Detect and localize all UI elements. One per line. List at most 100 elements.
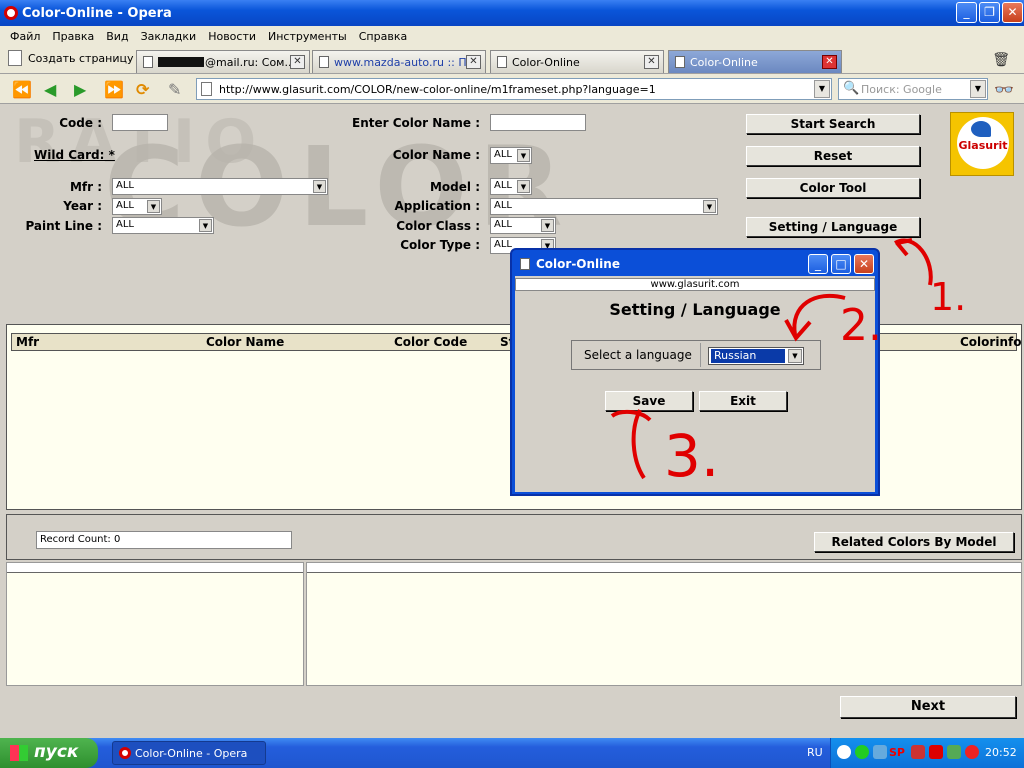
- chevron-down-icon: ▼: [517, 180, 530, 193]
- tray-key-icon[interactable]: [947, 745, 961, 759]
- color-class-label: Color Class :: [396, 219, 480, 233]
- menu-tools[interactable]: Инструменты: [268, 30, 347, 43]
- logo-text: Glasurit: [958, 139, 1008, 152]
- color-name-label: Color Name :: [392, 148, 480, 162]
- new-tab-button[interactable]: Создать страницу: [8, 50, 134, 66]
- chevron-down-icon: ▼: [788, 349, 802, 363]
- language-select[interactable]: Russian ▼: [708, 347, 804, 365]
- url-text: http://www.glasurit.com/COLOR/new-color-…: [219, 83, 656, 96]
- tab-mazda[interactable]: www.mazda-auto.ru :: П... ✕: [312, 50, 486, 73]
- menu-file[interactable]: Файл: [10, 30, 40, 43]
- dialog-heading: Setting / Language: [609, 300, 781, 319]
- rewind-icon[interactable]: ⏪: [12, 80, 32, 99]
- application-value: ALL: [494, 200, 512, 211]
- setting-language-button[interactable]: Setting / Language: [746, 217, 920, 237]
- application-label: Application :: [394, 199, 480, 213]
- menu-bookmarks[interactable]: Закладки: [141, 30, 197, 43]
- tab-label: @mail.ru: Сом...: [205, 55, 295, 69]
- search-dropdown-icon[interactable]: ▼: [970, 80, 986, 98]
- minimize-button[interactable]: _: [956, 2, 977, 23]
- wildcard-link[interactable]: Wild Card: *: [34, 148, 115, 162]
- restore-button[interactable]: ❐: [979, 2, 1000, 23]
- save-button[interactable]: Save: [605, 391, 693, 411]
- window-title: Color-Online - Opera: [22, 5, 172, 21]
- chevron-down-icon: ▼: [313, 180, 326, 193]
- color-name-select[interactable]: ALL ▼: [490, 147, 532, 164]
- menu-news[interactable]: Новости: [208, 30, 256, 43]
- language-indicator[interactable]: RU: [807, 746, 823, 759]
- color-name-input[interactable]: [490, 114, 586, 131]
- mfr-select[interactable]: ALL ▼: [112, 178, 328, 195]
- tray-back-icon[interactable]: [837, 745, 851, 759]
- code-label: Code :: [59, 116, 102, 130]
- address-dropdown-icon[interactable]: ▼: [814, 80, 830, 98]
- dialog-close-button[interactable]: ✕: [854, 254, 874, 274]
- tab-color-online-active[interactable]: Color-Online ✕: [668, 50, 842, 73]
- reload-icon[interactable]: ⟳: [136, 80, 149, 99]
- model-value: ALL: [494, 180, 512, 191]
- close-tab-icon[interactable]: ✕: [644, 55, 659, 69]
- chevron-down-icon: ▼: [517, 149, 530, 162]
- tray-k-icon[interactable]: [929, 745, 943, 759]
- tab-mail[interactable]: @mail.ru: Сом... ✕: [136, 50, 310, 73]
- page-icon: [143, 56, 153, 68]
- reset-button[interactable]: Reset: [746, 146, 920, 166]
- code-input[interactable]: [112, 114, 168, 131]
- window-titlebar: Color-Online - Opera: [0, 0, 1024, 26]
- close-tab-icon[interactable]: ✕: [290, 55, 305, 69]
- color-tool-button[interactable]: Color Tool: [746, 178, 920, 198]
- clock: 20:52: [985, 746, 1017, 759]
- paintline-label: Paint Line :: [25, 219, 102, 233]
- enter-color-name-label: Enter Color Name :: [352, 116, 480, 130]
- menu-view[interactable]: Вид: [106, 30, 128, 43]
- menu-bar: Файл Правка Вид Закладки Новости Инструм…: [0, 26, 1024, 46]
- paintline-select[interactable]: ALL ▼: [112, 217, 214, 234]
- chevron-down-icon: ▼: [147, 200, 160, 213]
- forward-icon[interactable]: ▶: [74, 80, 86, 99]
- model-select[interactable]: ALL ▼: [490, 178, 532, 195]
- tray-app-icon[interactable]: [911, 745, 925, 759]
- page-icon: [520, 258, 530, 270]
- tray-at-icon[interactable]: [855, 745, 869, 759]
- tray-sp-icon[interactable]: SP: [889, 746, 905, 759]
- tray-play-icon[interactable]: [965, 745, 979, 759]
- model-label: Model :: [429, 180, 480, 194]
- next-button[interactable]: Next: [840, 696, 1016, 718]
- close-tab-icon[interactable]: ✕: [822, 55, 837, 69]
- start-button[interactable]: пуск: [0, 738, 98, 768]
- application-select[interactable]: ALL ▼: [490, 198, 718, 215]
- edit-icon[interactable]: ✎: [168, 80, 181, 99]
- related-colors-button[interactable]: Related Colors By Model: [814, 532, 1014, 552]
- year-select[interactable]: ALL ▼: [112, 198, 162, 215]
- mfr-label: Mfr :: [69, 180, 102, 194]
- trash-icon[interactable]: 🗑: [992, 52, 1010, 68]
- taskbar-item-opera[interactable]: Color-Online - Opera: [112, 741, 266, 765]
- chevron-down-icon: ▼: [703, 200, 716, 213]
- chevron-down-icon: ▼: [541, 219, 554, 232]
- header-color-name: Color Name: [206, 335, 285, 349]
- dialog-maximize-button[interactable]: □: [831, 254, 851, 274]
- dialog-minimize-button[interactable]: _: [808, 254, 828, 274]
- back-icon[interactable]: ◀: [44, 80, 56, 99]
- close-tab-icon[interactable]: ✕: [466, 55, 481, 69]
- color-name-value: ALL: [494, 149, 512, 160]
- tab-color-online-1[interactable]: Color-Online ✕: [490, 50, 664, 73]
- divider: [700, 343, 701, 367]
- start-search-button[interactable]: Start Search: [746, 114, 920, 134]
- page-icon: [8, 50, 22, 66]
- tray-network-icon[interactable]: [873, 745, 887, 759]
- task-label: Color-Online - Opera: [135, 747, 248, 760]
- header-mfr: Mfr: [16, 335, 40, 349]
- address-input[interactable]: http://www.glasurit.com/COLOR/new-color-…: [196, 78, 832, 100]
- page-icon: [497, 56, 507, 68]
- menu-help[interactable]: Справка: [359, 30, 407, 43]
- fast-forward-icon[interactable]: ⏩: [104, 80, 124, 99]
- color-class-select[interactable]: ALL ▼: [490, 217, 556, 234]
- menu-edit[interactable]: Правка: [52, 30, 94, 43]
- glasses-icon[interactable]: 👓: [994, 80, 1014, 99]
- header-color-code: Color Code: [394, 335, 468, 349]
- page-icon: [319, 56, 329, 68]
- exit-button[interactable]: Exit: [699, 391, 787, 411]
- search-input[interactable]: 🔍 Поиск: Google: [838, 78, 988, 100]
- close-button[interactable]: ✕: [1002, 2, 1023, 23]
